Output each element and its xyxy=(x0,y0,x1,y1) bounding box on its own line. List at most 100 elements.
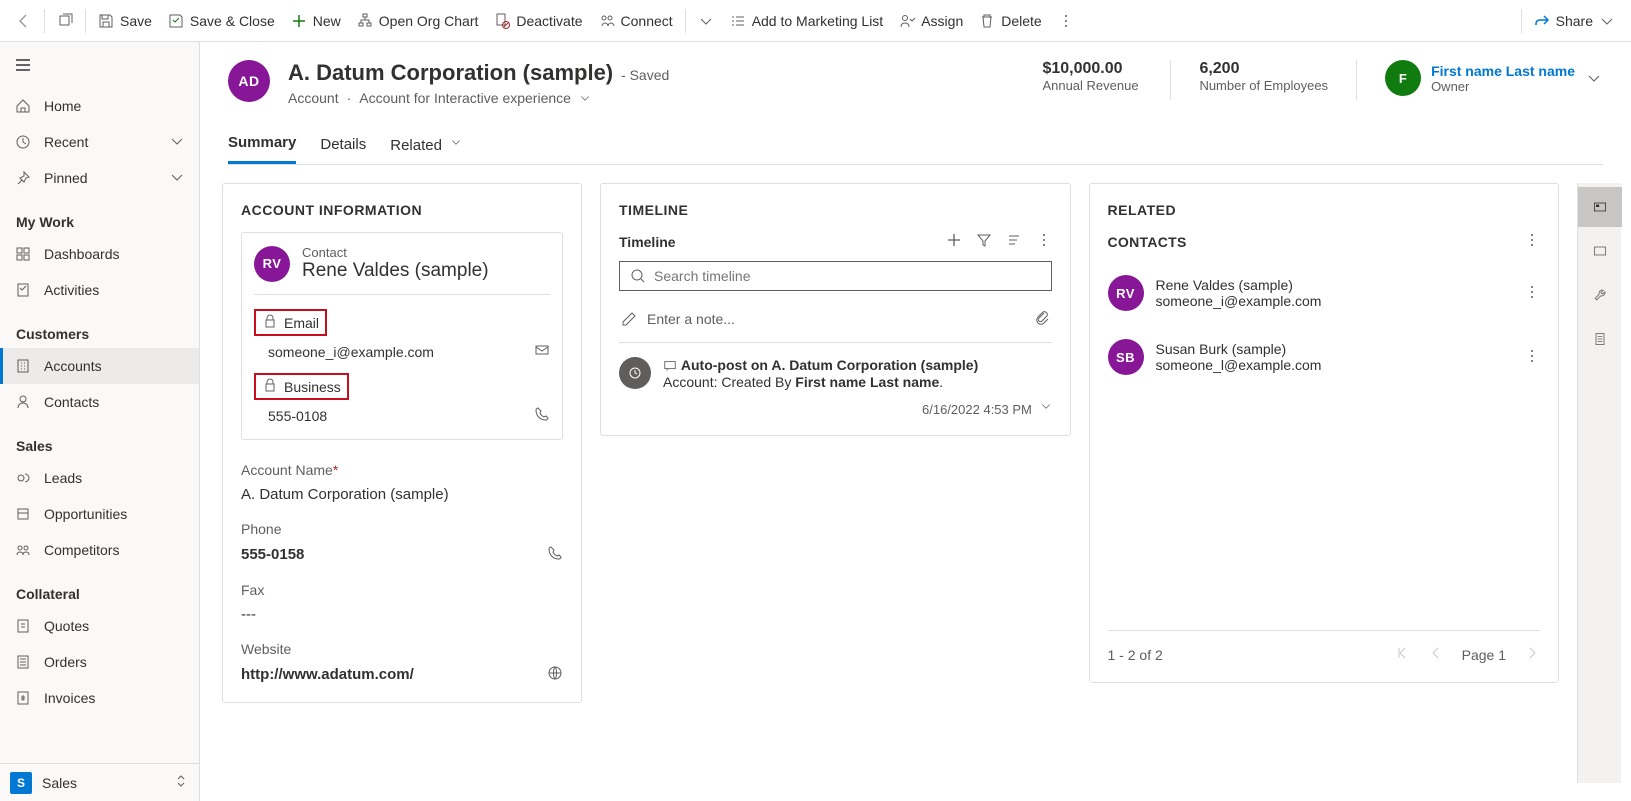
tab-related[interactable]: Related xyxy=(390,124,462,164)
website-field[interactable]: Website http://www.adatum.com/ xyxy=(241,641,563,684)
nav-home-label: Home xyxy=(44,98,81,114)
nav-accounts[interactable]: Accounts xyxy=(0,348,199,384)
delete-icon xyxy=(979,13,995,29)
nav-recent[interactable]: Recent xyxy=(0,124,199,160)
timeline-sort-button[interactable] xyxy=(1006,232,1022,251)
nav-invoices[interactable]: Invoices xyxy=(0,680,199,716)
share-label: Share xyxy=(1556,13,1593,29)
save-button[interactable]: Save xyxy=(90,13,160,29)
nav-home[interactable]: Home xyxy=(0,88,199,124)
pager-next[interactable] xyxy=(1524,645,1540,664)
area-badge: S xyxy=(10,772,32,794)
right-rail xyxy=(1577,183,1621,783)
globe-icon[interactable] xyxy=(547,665,563,684)
timeline-more-button[interactable] xyxy=(1036,232,1052,251)
pager-prev[interactable] xyxy=(1428,645,1444,664)
nav-pinned[interactable]: Pinned xyxy=(0,160,199,196)
contact-more-button[interactable] xyxy=(1524,284,1540,303)
contact-more-button[interactable] xyxy=(1524,348,1540,367)
share-button[interactable]: Share xyxy=(1526,13,1623,29)
rail-tools[interactable] xyxy=(1578,275,1622,315)
owner-block[interactable]: F First name Last name Owner xyxy=(1385,60,1603,96)
timeline-add-button[interactable] xyxy=(946,232,962,251)
timeline-item[interactable]: Auto-post on A. Datum Corporation (sampl… xyxy=(619,357,1052,417)
section-customers: Customers xyxy=(0,308,199,348)
connect-icon xyxy=(599,13,615,29)
nav-quotes[interactable]: Quotes xyxy=(0,608,199,644)
nav-activities[interactable]: Activities xyxy=(0,272,199,308)
nav-competitors-label: Competitors xyxy=(44,542,119,558)
pin-icon xyxy=(14,169,32,187)
nav-contacts[interactable]: Contacts xyxy=(0,384,199,420)
back-button[interactable] xyxy=(8,5,40,37)
open-org-chart-button[interactable]: Open Org Chart xyxy=(349,13,487,29)
chevron-down-icon[interactable] xyxy=(579,90,591,106)
timeline-search[interactable] xyxy=(619,261,1052,291)
timeline-note-input[interactable]: Enter a note... xyxy=(619,303,1052,343)
timeline-filter-button[interactable] xyxy=(976,232,992,251)
nav-orders[interactable]: Orders xyxy=(0,644,199,680)
nav-competitors[interactable]: Competitors xyxy=(0,532,199,568)
pager-first[interactable] xyxy=(1394,645,1410,664)
metric-employees: 6,200 Number of Employees xyxy=(1199,60,1328,93)
save-label: Save xyxy=(120,13,152,29)
save-close-button[interactable]: Save & Close xyxy=(160,13,283,29)
nav-quotes-label: Quotes xyxy=(44,618,89,634)
save-icon xyxy=(98,13,114,29)
add-marketing-button[interactable]: Add to Marketing List xyxy=(722,13,892,29)
related-title: RELATED xyxy=(1108,202,1541,218)
opportunity-icon xyxy=(14,505,32,523)
contact-email: someone_i@example.com xyxy=(1156,293,1322,309)
timeline-search-input[interactable] xyxy=(654,268,1041,284)
nav-dashboards[interactable]: Dashboards xyxy=(0,236,199,272)
clock-icon xyxy=(14,133,32,151)
phone-field[interactable]: Phone 555-0158 xyxy=(241,521,563,564)
chevron-down-icon[interactable] xyxy=(1585,70,1603,86)
nav-pinned-label: Pinned xyxy=(44,170,88,186)
chevron-down-icon[interactable] xyxy=(1040,398,1052,414)
rail-assistant[interactable] xyxy=(1578,187,1622,227)
contact-item[interactable]: RVRene Valdes (sample)someone_i@example.… xyxy=(1108,265,1541,329)
main-content: AD A. Datum Corporation (sample) - Saved… xyxy=(200,42,1631,801)
nav-leads[interactable]: Leads xyxy=(0,460,199,496)
open-org-chart-label: Open Org Chart xyxy=(379,13,479,29)
rail-panel[interactable] xyxy=(1578,231,1622,271)
nav-opportunities[interactable]: Opportunities xyxy=(0,496,199,532)
business-field-label: Business xyxy=(254,373,349,400)
contact-name: Rene Valdes (sample) xyxy=(1156,277,1322,293)
left-nav: Home Recent Pinned My Work Dashboards Ac… xyxy=(0,42,200,801)
contacts-more-button[interactable] xyxy=(1524,232,1540,251)
tab-summary[interactable]: Summary xyxy=(228,124,296,164)
assign-icon xyxy=(899,13,915,29)
deactivate-button[interactable]: Deactivate xyxy=(486,13,590,29)
connect-button[interactable]: Connect xyxy=(591,13,681,29)
account-name-field[interactable]: Account Name* A. Datum Corporation (samp… xyxy=(241,462,563,503)
form-selector[interactable]: Account for Interactive experience xyxy=(359,90,571,106)
fax-field[interactable]: Fax --- xyxy=(241,582,563,623)
section-sales: Sales xyxy=(0,420,199,460)
area-switcher[interactable]: S Sales xyxy=(0,763,199,801)
form-tabs: Summary Details Related xyxy=(228,124,1603,165)
record-avatar: AD xyxy=(228,60,270,102)
phone-icon[interactable] xyxy=(547,545,563,564)
primary-contact-card[interactable]: RV Contact Rene Valdes (sample) Email xyxy=(241,232,563,440)
overflow-menu[interactable] xyxy=(1050,5,1082,37)
delete-button[interactable]: Delete xyxy=(971,13,1049,29)
list-icon xyxy=(730,13,746,29)
activities-icon xyxy=(14,281,32,299)
rail-documents[interactable] xyxy=(1578,319,1622,359)
connect-dropdown[interactable] xyxy=(690,5,722,37)
contact-item[interactable]: SBSusan Burk (sample)someone_l@example.c… xyxy=(1108,329,1541,393)
entity-type: Account xyxy=(288,90,339,106)
contact-name: Rene Valdes (sample) xyxy=(302,260,489,282)
assign-button[interactable]: Assign xyxy=(891,13,971,29)
open-new-window-button[interactable] xyxy=(49,5,81,37)
mail-icon[interactable] xyxy=(534,342,550,361)
tab-details[interactable]: Details xyxy=(320,126,366,163)
hamburger-button[interactable] xyxy=(0,42,199,88)
new-button[interactable]: New xyxy=(283,13,349,29)
lock-icon xyxy=(262,377,278,396)
attach-button[interactable] xyxy=(1034,309,1050,328)
phone-icon[interactable] xyxy=(534,406,550,425)
related-card: RELATED CONTACTS RVRene Valdes (sample)s… xyxy=(1089,183,1560,683)
